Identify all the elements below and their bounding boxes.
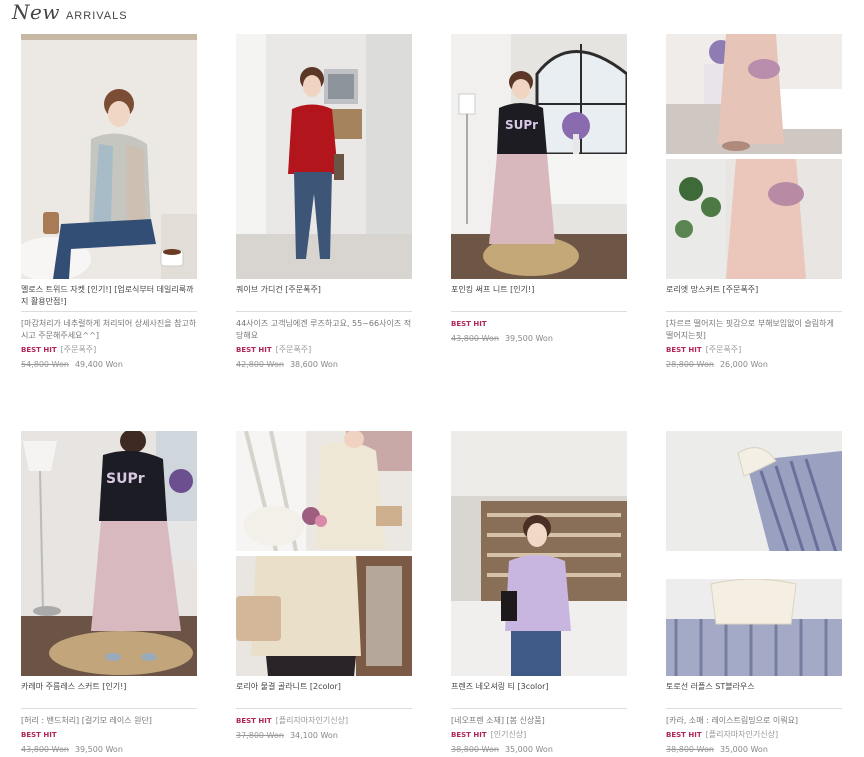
best-hit-badge: BEST HIT <box>666 731 702 739</box>
product-info: 토로선 러플스 ST블라우스 [카라, 소매 : 레이스트림밍으로 이뤄요] B… <box>666 681 842 756</box>
original-price: 43,800 Won <box>21 745 69 754</box>
product-name[interactable]: 로리엣 망스커트 [주문폭주] <box>666 284 842 308</box>
header-script-text: New <box>12 0 60 24</box>
price-row: 37,800 Won 34,100 Won <box>236 730 412 742</box>
product-name[interactable]: 포인킹 써프 니트 [인기!] <box>451 284 627 308</box>
product-info: 로리아 물결 골라니트 [2color] BEST HIT [플리자마자인기신상]… <box>236 681 412 742</box>
product-info: 쿼이브 가디건 [주문폭주] 44사이즈 고객님에겐 루즈하고요, 55~66사… <box>236 284 412 371</box>
sale-price: 39,500 Won <box>74 745 123 754</box>
price-row: 38,800 Won 35,000 Won <box>451 744 627 756</box>
product-image[interactable] <box>236 34 412 279</box>
product-name[interactable]: 토로선 러플스 ST블라우스 <box>666 681 842 705</box>
product-image-bottom <box>666 579 842 676</box>
product-tags: BEST HIT [플리자마자인기신상] <box>666 729 842 741</box>
sale-price: 34,100 Won <box>289 731 338 740</box>
divider <box>666 708 842 709</box>
original-price: 37,800 Won <box>236 731 284 740</box>
extra-tag: [인기신상] <box>490 730 527 739</box>
product-tags: BEST HIT [주문폭주] <box>236 344 412 356</box>
product-image-top <box>666 34 842 154</box>
sale-price: 26,000 Won <box>719 360 768 369</box>
header-caps-text: ARRIVALS <box>65 10 128 22</box>
sale-price: 49,400 Won <box>74 360 123 369</box>
divider <box>451 311 627 312</box>
product-desc: [마감처리가 네추럴하게 처리되어 상세사진을 참고하시고 주문해주세요^^] <box>21 319 197 340</box>
product-desc: [허리 : 밴드처리] [걸기모 레이스 원단] <box>21 716 152 725</box>
product-tags: BEST HIT [주문폭주] <box>666 344 842 356</box>
extra-tag: [주문폭주] <box>705 345 742 354</box>
product-name[interactable]: 카레마 주름레스 스커트 [인기!] <box>21 681 197 705</box>
price-row: 42,800 Won 38,600 Won <box>236 359 412 371</box>
product-info: 로리엣 망스커트 [주문폭주] [차르르 떨어지는 핏감으로 부해보임없이 슬림… <box>666 284 842 371</box>
product-image-bottom <box>236 556 412 676</box>
sale-price: 35,000 Won <box>719 745 768 754</box>
product-name[interactable]: 프렌즈 네오셔링 티 [3color] <box>451 681 627 705</box>
product-image[interactable] <box>666 431 842 676</box>
product-image[interactable]: SUPr <box>451 34 627 279</box>
price-row: 28,800 Won 26,000 Won <box>666 359 842 371</box>
original-price: 38,800 Won <box>451 745 499 754</box>
divider <box>236 708 412 709</box>
extra-tag: [주문폭주] <box>60 345 97 354</box>
extra-tag: [주문폭주] <box>275 345 312 354</box>
original-price: 28,800 Won <box>666 360 714 369</box>
extra-tag: [플리자마자인기신상] <box>705 730 779 739</box>
product-image[interactable] <box>21 34 197 279</box>
product-image[interactable] <box>451 431 627 676</box>
product-desc: [네오프렌 소재] [봄 신상품] <box>451 716 545 725</box>
price-row: 43,800 Won 39,500 Won <box>451 333 627 345</box>
sale-price: 35,000 Won <box>504 745 553 754</box>
original-price: 43,800 Won <box>451 334 499 343</box>
product-desc: [차르르 떨어지는 핏감으로 부해보임없이 슬림하게 떨어지는핏] <box>666 319 834 340</box>
product-tags: BEST HIT <box>451 318 627 330</box>
product-tags: BEST HIT [플리자마자인기신상] <box>236 715 412 727</box>
product-image-bottom <box>666 159 842 279</box>
original-price: 42,800 Won <box>236 360 284 369</box>
price-row: 54,800 Won 49,400 Won <box>21 359 197 371</box>
original-price: 38,800 Won <box>666 745 714 754</box>
product-image[interactable]: SUPr <box>21 431 197 676</box>
product-image-top <box>666 431 842 551</box>
best-hit-badge: BEST HIT <box>21 731 57 739</box>
divider <box>21 708 197 709</box>
product-name[interactable]: 로리아 물결 골라니트 [2color] <box>236 681 412 705</box>
best-hit-badge: BEST HIT <box>451 320 487 328</box>
best-hit-badge: BEST HIT <box>21 346 57 354</box>
product-info: 카레마 주름레스 스커트 [인기!] [허리 : 밴드처리] [걸기모 레이스 … <box>21 681 197 756</box>
product-info: 멜로스 트위드 자켓 [인기!] [업로식부터 데일리룩까지 활용만점!] [마… <box>21 284 197 371</box>
product-tags: BEST HIT <box>21 729 197 741</box>
price-row: 43,800 Won 39,500 Won <box>21 744 197 756</box>
product-tags: BEST HIT [인기신상] <box>451 729 627 741</box>
product-image[interactable] <box>236 431 412 676</box>
product-desc: 44사이즈 고객님에겐 루즈하고요, 55~66사이즈 적당해요 <box>236 319 412 340</box>
divider <box>451 708 627 709</box>
product-info: 프렌즈 네오셔링 티 [3color] [네오프렌 소재] [봄 신상품] BE… <box>451 681 627 756</box>
product-desc: [카라, 소매 : 레이스트림밍으로 이뤄요] <box>666 716 799 725</box>
product-tags: BEST HIT [주문폭주] <box>21 344 197 356</box>
svg-text:SUPr: SUPr <box>505 118 538 132</box>
product-image-top <box>236 431 412 551</box>
divider <box>666 311 842 312</box>
best-hit-badge: BEST HIT <box>236 717 272 725</box>
sale-price: 38,600 Won <box>289 360 338 369</box>
best-hit-badge: BEST HIT <box>451 731 487 739</box>
divider <box>236 311 412 312</box>
section-header: New ARRIVALS <box>12 0 128 24</box>
price-row: 38,800 Won 35,000 Won <box>666 744 842 756</box>
best-hit-badge: BEST HIT <box>666 346 702 354</box>
svg-text:SUPr: SUPr <box>106 471 145 487</box>
sale-price: 39,500 Won <box>504 334 553 343</box>
product-name[interactable]: 쿼이브 가디건 [주문폭주] <box>236 284 412 308</box>
product-image[interactable] <box>666 34 842 279</box>
original-price: 54,800 Won <box>21 360 69 369</box>
extra-tag: [플리자마자인기신상] <box>275 716 349 725</box>
product-info: 포인킹 써프 니트 [인기!] BEST HIT 43,800 Won 39,50… <box>451 284 627 345</box>
divider <box>21 311 197 312</box>
best-hit-badge: BEST HIT <box>236 346 272 354</box>
product-name[interactable]: 멜로스 트위드 자켓 [인기!] [업로식부터 데일리룩까지 활용만점!] <box>21 284 197 308</box>
